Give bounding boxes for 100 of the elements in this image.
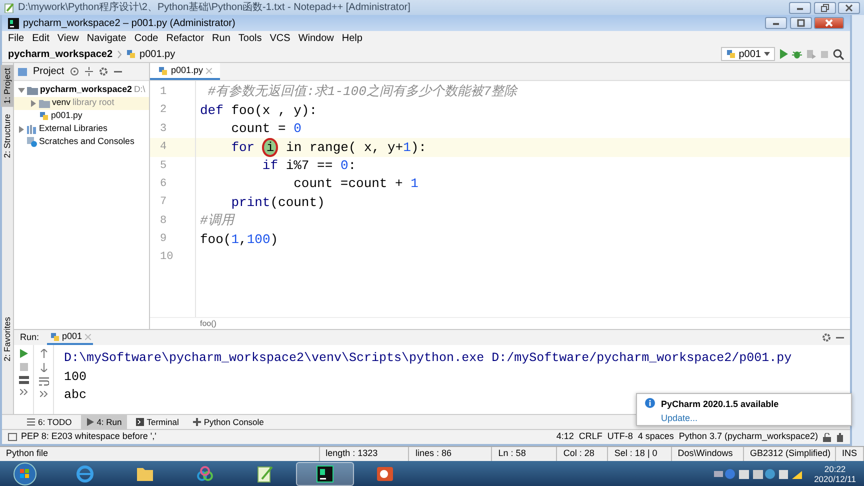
tree-item-label[interactable]: p001.py	[51, 110, 82, 122]
menu-item[interactable]: VCS	[270, 31, 290, 46]
run-icon	[86, 418, 94, 426]
window-title: D:\mywork\Python程序设计\2、Python基础\Python函数-1.txt - Notepad++ [Administrator]	[18, 0, 410, 15]
code-line[interactable]: for i in range( x, y+1):	[196, 138, 426, 158]
settings-icon[interactable]	[99, 67, 108, 76]
line-number: 3	[159, 122, 168, 137]
tool-window-tab[interactable]: 2: Favorites	[1, 314, 14, 364]
menu-item[interactable]: Run	[212, 31, 230, 46]
breadcrumb-item[interactable]: pycharm_workspace2	[8, 46, 113, 62]
menu-item[interactable]: View	[57, 31, 79, 46]
code-line[interactable]: count =count + 1	[196, 174, 418, 194]
python-file-icon	[726, 49, 736, 59]
tree-item-label[interactable]: pycharm_workspace2	[40, 84, 132, 96]
settings-icon[interactable]	[822, 333, 831, 342]
down-arrow-icon[interactable]	[40, 363, 48, 372]
panel-dropdown[interactable]: Project	[33, 64, 64, 79]
pycharm-icon	[316, 464, 334, 482]
tool-window-tab[interactable]: Terminal	[130, 414, 184, 430]
python-file-icon	[126, 49, 136, 59]
collapse-all-icon[interactable]	[85, 67, 94, 76]
message-icon	[8, 433, 17, 441]
notepad-icon	[4, 2, 14, 12]
up-arrow-icon[interactable]	[40, 349, 48, 358]
menu-item[interactable]: Help	[342, 31, 362, 46]
code-line[interactable]: foo(1,100)	[196, 230, 278, 250]
tool-window-tab[interactable]: 4: Run	[80, 414, 127, 430]
wrap-icon[interactable]	[38, 377, 48, 386]
tree-item-label[interactable]: Scratches and Consoles	[39, 136, 134, 148]
line-number: 2	[159, 103, 168, 118]
more-icon[interactable]	[20, 389, 28, 395]
code-line[interactable]: count = 0	[196, 119, 302, 139]
status-item[interactable]: CRLF	[578, 430, 602, 444]
status-item[interactable]: UTF-8	[607, 430, 633, 444]
collapse-arrow-icon[interactable]	[30, 100, 37, 106]
minimize-icon[interactable]	[114, 70, 122, 72]
menu-item[interactable]: File	[8, 31, 24, 46]
code-line[interactable]: def foo(x , y):	[196, 100, 318, 120]
status-item[interactable]: 4 spaces	[638, 430, 674, 444]
line-number: 1	[159, 84, 168, 100]
info-icon	[645, 398, 655, 408]
tree-item-label[interactable]: venv	[52, 96, 71, 110]
menu-item[interactable]: Navigate	[86, 31, 126, 46]
tool-window-tab[interactable]: 2: Structure	[1, 110, 14, 161]
editor-tab[interactable]: p001.py	[150, 63, 220, 80]
chevron-icon	[116, 50, 122, 58]
expand-arrow-icon[interactable]	[18, 86, 25, 94]
breadcrumb-item[interactable]: foo()	[200, 319, 216, 328]
tree-item-label[interactable]: External Libraries	[39, 122, 108, 136]
menu-item[interactable]: Edit	[32, 31, 50, 46]
line-number: 7	[159, 195, 168, 210]
python-file-icon	[158, 66, 168, 76]
inspector-icon[interactable]	[836, 432, 844, 442]
notification-title: PyCharm 2020.1.5 available	[661, 398, 779, 411]
clock-date: 2020/12/11	[814, 474, 856, 484]
browser-icon	[76, 464, 94, 482]
menu-item[interactable]: Tools	[238, 31, 262, 46]
libraries-icon	[27, 124, 37, 134]
collapse-arrow-icon[interactable]	[18, 126, 25, 132]
close-button[interactable]	[838, 2, 860, 14]
terminal-icon	[136, 418, 144, 426]
start-button[interactable]	[12, 462, 38, 486]
python-file-icon	[50, 332, 60, 342]
tree-item-hint: library root	[72, 96, 114, 110]
update-link[interactable]: Update...	[661, 412, 698, 422]
tool-window-tab[interactable]: 6: TODO	[22, 414, 77, 430]
restore-button[interactable]	[814, 2, 836, 14]
menu-item[interactable]: Code	[134, 31, 158, 46]
search-icon[interactable]	[833, 48, 844, 60]
line-number: 9	[159, 232, 168, 248]
menu-item[interactable]: Window	[298, 31, 334, 46]
status-item[interactable]: 4:12	[556, 430, 574, 444]
tool-window-tab[interactable]: Python Console	[188, 414, 269, 430]
tool-window-tab[interactable]: 1: Project	[1, 65, 14, 107]
code-line[interactable]: print(count)	[196, 192, 325, 212]
maximize-button[interactable]	[790, 17, 812, 29]
minimize-button[interactable]	[789, 2, 811, 14]
run-configuration-dropdown[interactable]: p001	[720, 47, 775, 61]
minimize-button[interactable]	[765, 17, 787, 29]
close-icon	[206, 68, 212, 74]
close-icon	[84, 334, 91, 340]
debug-icon[interactable]	[792, 49, 802, 59]
minimize-icon	[772, 20, 780, 26]
clock-time: 20:22	[823, 464, 847, 474]
run-icon[interactable]	[20, 349, 28, 358]
lock-icon[interactable]	[823, 432, 831, 442]
locate-icon[interactable]	[70, 67, 80, 76]
run-tab[interactable]: p001	[47, 330, 94, 346]
status-item[interactable]: Python 3.7 (pycharm_workspace2)	[678, 430, 818, 444]
line-number: 6	[159, 176, 168, 192]
taskbar-app-button[interactable]	[296, 462, 354, 486]
run-icon[interactable]	[779, 49, 788, 59]
code-line[interactable]: if i%7 == 0:	[196, 156, 356, 176]
layout-icon[interactable]	[18, 376, 28, 384]
minimize-icon[interactable]	[836, 336, 844, 338]
console-output-line: abc	[64, 387, 87, 404]
close-button[interactable]	[814, 17, 844, 29]
breadcrumb-item[interactable]: p001.py	[140, 46, 176, 62]
menu-item[interactable]: Refactor	[166, 31, 204, 46]
more-icon[interactable]	[40, 391, 48, 397]
